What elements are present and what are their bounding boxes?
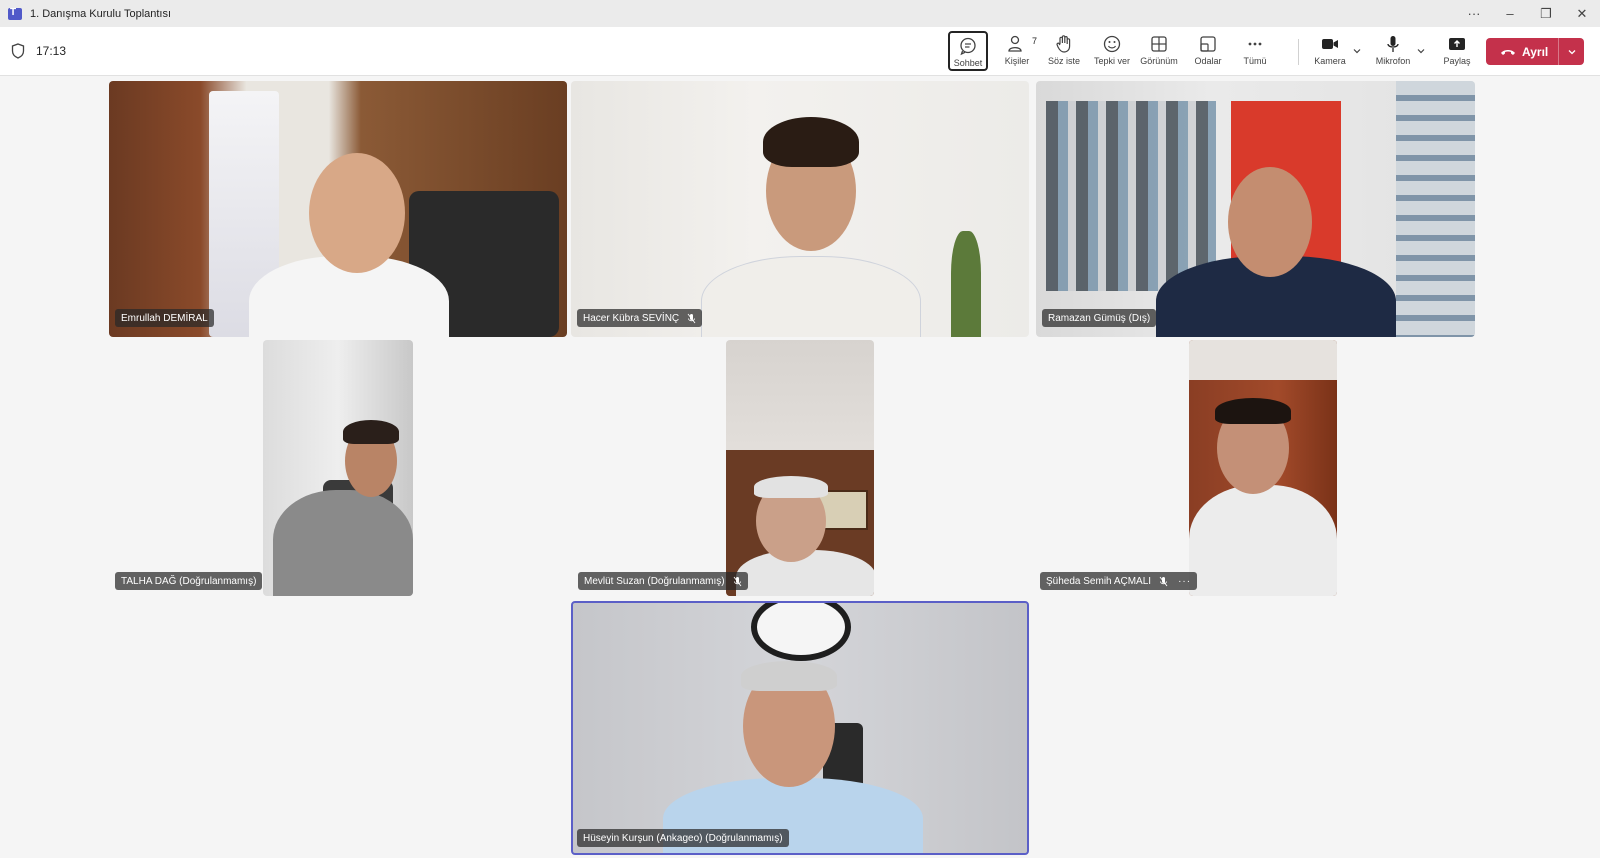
video-tile-talha[interactable] bbox=[263, 340, 413, 596]
participant-video bbox=[1036, 81, 1475, 337]
participant-name-tag: TALHA DAĞ (Doğrulanmamış) bbox=[115, 572, 263, 590]
muted-microphone-icon bbox=[687, 313, 696, 323]
chat-button[interactable]: Sohbet bbox=[948, 31, 988, 71]
participant-name-tag: Emrullah DEMİRAL bbox=[115, 309, 214, 327]
emoji-icon bbox=[1103, 35, 1121, 53]
participant-video bbox=[109, 81, 567, 337]
participant-video bbox=[263, 340, 413, 596]
leave-options-chevron-down-icon[interactable] bbox=[1567, 47, 1577, 57]
participant-name: Mevlüt Suzan (Doğrulanmamış) bbox=[584, 575, 725, 587]
rooms-button[interactable]: Odalar bbox=[1186, 31, 1230, 71]
video-tile-suheda[interactable] bbox=[1189, 340, 1337, 596]
video-tile-mevlut[interactable] bbox=[726, 340, 874, 596]
microphone-label: Mikrofon bbox=[1375, 56, 1411, 66]
camera-label: Kamera bbox=[1314, 56, 1346, 66]
participant-name: Emrullah DEMİRAL bbox=[121, 312, 208, 324]
people-label: Kişiler bbox=[1004, 56, 1030, 66]
view-button[interactable]: Görünüm bbox=[1135, 31, 1183, 71]
participant-video bbox=[726, 340, 874, 596]
participant-name-tag: Hüseyin Kurşun (Ankageo) (Doğrulanmamış) bbox=[577, 829, 789, 847]
react-label: Tepki ver bbox=[1093, 56, 1130, 66]
participant-video bbox=[571, 81, 1029, 337]
more-actions-button[interactable]: Tümü bbox=[1233, 31, 1277, 71]
people-icon bbox=[1008, 35, 1022, 52]
participant-name: TALHA DAĞ (Doğrulanmamış) bbox=[121, 575, 257, 587]
more-actions-label: Tümü bbox=[1243, 56, 1267, 66]
muted-microphone-icon bbox=[733, 576, 741, 586]
camera-options-chevron-down-icon[interactable] bbox=[1352, 46, 1362, 56]
raise-hand-icon bbox=[1056, 35, 1071, 53]
view-label: Görünüm bbox=[1140, 56, 1178, 66]
minimize-button[interactable]: – bbox=[1492, 0, 1528, 27]
participant-name-tag: Hacer Kübra SEVİNÇ bbox=[577, 309, 703, 327]
participant-name: Ramazan Gümüş (Dış) bbox=[1048, 312, 1151, 324]
participant-name-tag: Mevlüt Suzan (Doğrulanmamış) bbox=[578, 572, 748, 590]
chat-label: Sohbet bbox=[953, 58, 983, 68]
participant-name-tag: Ramazan Gümüş (Dış) bbox=[1042, 309, 1157, 327]
participant-video bbox=[573, 603, 1027, 853]
participant-name-tag: Şüheda Semih AÇMALI ··· bbox=[1040, 572, 1198, 590]
participant-name: Hüseyin Kurşun (Ankageo) (Doğrulanmamış) bbox=[583, 832, 783, 844]
wall-clock bbox=[751, 603, 851, 661]
camera-button[interactable]: Kamera bbox=[1308, 31, 1352, 71]
leave-label: Ayrıl bbox=[1522, 44, 1549, 59]
more-icon bbox=[1248, 42, 1262, 46]
participant-name: Şüheda Semih AÇMALI bbox=[1046, 575, 1152, 587]
share-label: Paylaş bbox=[1443, 56, 1471, 66]
hang-up-phone-icon bbox=[1501, 49, 1515, 55]
window-more-button[interactable]: ··· bbox=[1456, 0, 1492, 27]
meeting-timer: 17:13 bbox=[36, 44, 67, 58]
grid-view-icon bbox=[1151, 36, 1167, 52]
close-button[interactable]: ✕ bbox=[1564, 0, 1600, 27]
video-tile-hacer[interactable]: Hacer Kübra SEVİNÇ bbox=[571, 81, 1029, 337]
muted-microphone-icon bbox=[1159, 576, 1168, 586]
video-tile-emrullah[interactable]: Emrullah DEMİRAL bbox=[109, 81, 567, 337]
share-icon bbox=[1449, 38, 1465, 50]
camera-icon bbox=[1322, 39, 1338, 49]
restore-button[interactable]: ❐ bbox=[1528, 0, 1564, 27]
people-count: 7 bbox=[1031, 36, 1037, 46]
microphone-button[interactable]: Mikrofon bbox=[1368, 31, 1418, 71]
toolbar-separator bbox=[1298, 39, 1299, 65]
chat-icon bbox=[960, 37, 976, 56]
shield-icon bbox=[11, 43, 25, 59]
window-controls: ··· – ❐ ✕ bbox=[1456, 0, 1600, 27]
participant-name: Hacer Kübra SEVİNÇ bbox=[583, 312, 680, 324]
rooms-icon bbox=[1200, 36, 1216, 52]
leave-button[interactable]: Ayrıl bbox=[1486, 38, 1584, 65]
microphone-icon bbox=[1387, 36, 1399, 52]
raise-hand-button[interactable]: Söz iste bbox=[1042, 31, 1086, 71]
video-tile-ramazan[interactable]: Ramazan Gümüş (Dış) bbox=[1036, 81, 1475, 337]
meeting-toolbar: 17:13 Sohbet 7 Kişiler Söz iste Tepki ve… bbox=[0, 27, 1600, 76]
microphone-options-chevron-down-icon[interactable] bbox=[1416, 46, 1426, 56]
video-tile-huseyin[interactable]: Hüseyin Kurşun (Ankageo) (Doğrulanmamış) bbox=[571, 601, 1029, 855]
raise-hand-label: Söz iste bbox=[1047, 56, 1080, 66]
react-button[interactable]: Tepki ver bbox=[1090, 31, 1134, 71]
rooms-label: Odalar bbox=[1194, 56, 1222, 66]
teams-logo-icon bbox=[8, 7, 22, 20]
share-button[interactable]: Paylaş bbox=[1435, 31, 1479, 71]
leave-divider bbox=[1558, 38, 1560, 65]
people-button[interactable]: 7 Kişiler bbox=[995, 31, 1039, 71]
participant-video bbox=[1189, 340, 1337, 596]
title-bar: 1. Danışma Kurulu Toplantısı ··· – ❐ ✕ bbox=[0, 0, 1600, 27]
participant-more-button[interactable]: ··· bbox=[1178, 576, 1191, 587]
window-title: 1. Danışma Kurulu Toplantısı bbox=[30, 7, 172, 20]
